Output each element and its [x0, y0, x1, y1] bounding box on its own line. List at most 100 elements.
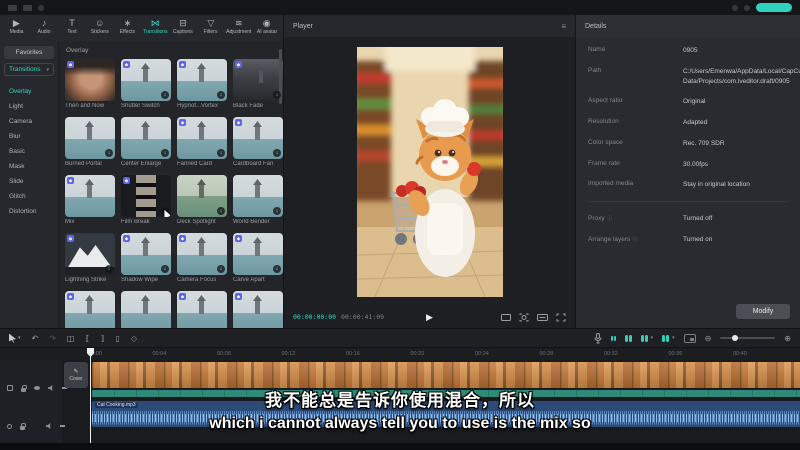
sidebar-item-mask[interactable]: Mask	[4, 159, 54, 174]
tab-ai-avatar[interactable]: AI avatar	[253, 17, 280, 36]
transition-thumbnail[interactable]	[121, 233, 171, 275]
transitions-group-dropdown[interactable]: Transitions ▾	[4, 63, 54, 76]
download-icon[interactable]	[161, 149, 169, 157]
transition-item[interactable]: Fanned Card	[177, 117, 227, 167]
transition-thumbnail[interactable]	[121, 291, 171, 328]
undo-button[interactable]: ↶	[32, 334, 39, 343]
transition-thumbnail[interactable]	[65, 175, 115, 217]
delete-button[interactable]: ▯	[115, 334, 119, 343]
download-icon[interactable]	[273, 265, 281, 273]
app-menu-icon[interactable]	[8, 5, 17, 11]
lock-track-icon[interactable]	[21, 388, 26, 392]
transition-thumbnail[interactable]	[177, 233, 227, 275]
caption-track-clip[interactable]	[92, 390, 800, 397]
link-clips-icon[interactable]	[611, 336, 616, 341]
transition-thumbnail[interactable]	[233, 291, 283, 328]
sidebar-item-basic[interactable]: Basic	[4, 144, 54, 159]
download-icon[interactable]	[273, 207, 281, 215]
collapse-track-icon[interactable]	[60, 425, 65, 427]
zoom-out-icon[interactable]: ⊖	[705, 334, 712, 343]
transition-item[interactable]: Black Fade	[233, 59, 283, 109]
transition-thumbnail[interactable]	[121, 117, 171, 159]
info-icon[interactable]: ⓘ	[632, 237, 638, 243]
player-menu-icon[interactable]: ≡	[561, 22, 566, 31]
download-icon[interactable]	[217, 207, 225, 215]
tab-audio[interactable]: Audio	[31, 17, 58, 36]
mirror-button[interactable]: ◇	[131, 334, 137, 343]
transition-thumbnail[interactable]	[65, 233, 115, 275]
download-icon[interactable]	[161, 91, 169, 99]
transition-item[interactable]	[233, 291, 283, 328]
mute-track-icon[interactable]	[46, 423, 52, 429]
play-button[interactable]: ▶	[426, 312, 433, 323]
transition-item[interactable]: Deck Spotlight	[177, 175, 227, 225]
transition-item[interactable]: Cardboard Fan	[233, 117, 283, 167]
preview-axis-icon[interactable]	[684, 334, 696, 343]
tab-transitions[interactable]: Transitions	[142, 17, 169, 36]
transition-item[interactable]: Shadow Wipe	[121, 233, 171, 283]
aspect-ratio-icon[interactable]	[501, 313, 511, 322]
download-icon[interactable]	[273, 149, 281, 157]
transition-thumbnail[interactable]	[121, 175, 171, 217]
smart-frame-icon[interactable]	[519, 313, 529, 322]
transition-thumbnail[interactable]	[65, 117, 115, 159]
transition-thumbnail[interactable]	[233, 233, 283, 275]
transition-item[interactable]: Shutter Switch	[121, 59, 171, 109]
tab-filters[interactable]: Filters	[197, 17, 224, 36]
tab-effects[interactable]: Effects	[114, 17, 141, 36]
transition-thumbnail[interactable]	[65, 291, 115, 328]
hide-track-icon[interactable]	[34, 386, 40, 390]
tab-text[interactable]: Text	[59, 17, 86, 36]
transition-thumbnail[interactable]	[177, 291, 227, 328]
transition-thumbnail[interactable]	[233, 59, 283, 101]
transition-item[interactable]: World Bender	[233, 175, 283, 225]
download-icon[interactable]	[217, 265, 225, 273]
transition-thumbnail[interactable]	[177, 175, 227, 217]
resolution-icon[interactable]	[537, 313, 548, 322]
export-button[interactable]	[756, 3, 792, 12]
transition-item[interactable]: Burned Portal	[65, 117, 115, 167]
tab-captions[interactable]: Captions	[170, 17, 197, 36]
video-clip[interactable]	[92, 362, 800, 388]
delete-right-button[interactable]: ⟧	[100, 334, 104, 343]
transition-item[interactable]: Hypnot...Vortex	[177, 59, 227, 109]
sidebar-item-camera[interactable]: Camera	[4, 114, 54, 129]
track-mode-icon[interactable]	[662, 335, 675, 342]
transition-item-hovered[interactable]: Film Break	[121, 175, 171, 225]
zoom-in-icon[interactable]: ⊕	[784, 334, 791, 343]
download-icon[interactable]	[161, 265, 169, 273]
delete-left-button[interactable]: ⟦	[85, 334, 89, 343]
transition-item[interactable]: Carve Apart	[233, 233, 283, 283]
transition-thumbnail[interactable]	[233, 117, 283, 159]
info-icon[interactable]: ⓘ	[607, 216, 613, 222]
settings-icon[interactable]	[744, 5, 750, 11]
select-tool[interactable]: ▾	[9, 334, 21, 343]
video-preview[interactable]	[357, 47, 503, 297]
timeline-ruler[interactable]: 00:00 00:04 00:08 00:12 00:16 00:20 00:2…	[0, 348, 800, 360]
transition-thumbnail[interactable]	[177, 59, 227, 101]
modify-button[interactable]: Modify	[736, 304, 790, 319]
download-icon[interactable]	[217, 91, 225, 99]
auto-ripple-icon[interactable]	[641, 335, 654, 342]
sidebar-item-blur[interactable]: Blur	[4, 129, 54, 144]
sidebar-item-light[interactable]: Light	[4, 99, 54, 114]
favorites-button[interactable]: Favorites	[4, 46, 54, 59]
transition-item[interactable]	[121, 291, 171, 328]
transition-item[interactable]: Camera Focus	[177, 233, 227, 283]
transition-thumbnail[interactable]	[65, 59, 115, 101]
transition-item[interactable]	[177, 291, 227, 328]
magnet-snap-icon[interactable]	[625, 335, 632, 342]
sidebar-item-distortion[interactable]: Distortion	[4, 204, 54, 219]
transition-item[interactable]: Center Enlarge	[121, 117, 171, 167]
home-icon[interactable]	[23, 5, 32, 11]
download-icon[interactable]	[217, 149, 225, 157]
audio-clip[interactable]: Cat Cooking.mp3	[92, 401, 800, 427]
tab-stickers[interactable]: Stickers	[86, 17, 113, 36]
lock-track-icon[interactable]	[20, 426, 25, 430]
download-icon[interactable]	[105, 149, 113, 157]
split-button[interactable]: ◫	[67, 334, 75, 343]
transition-thumbnail[interactable]	[177, 117, 227, 159]
redo-button[interactable]: ↷	[49, 334, 56, 343]
playhead[interactable]	[90, 348, 91, 443]
transition-thumbnail[interactable]	[121, 59, 171, 101]
